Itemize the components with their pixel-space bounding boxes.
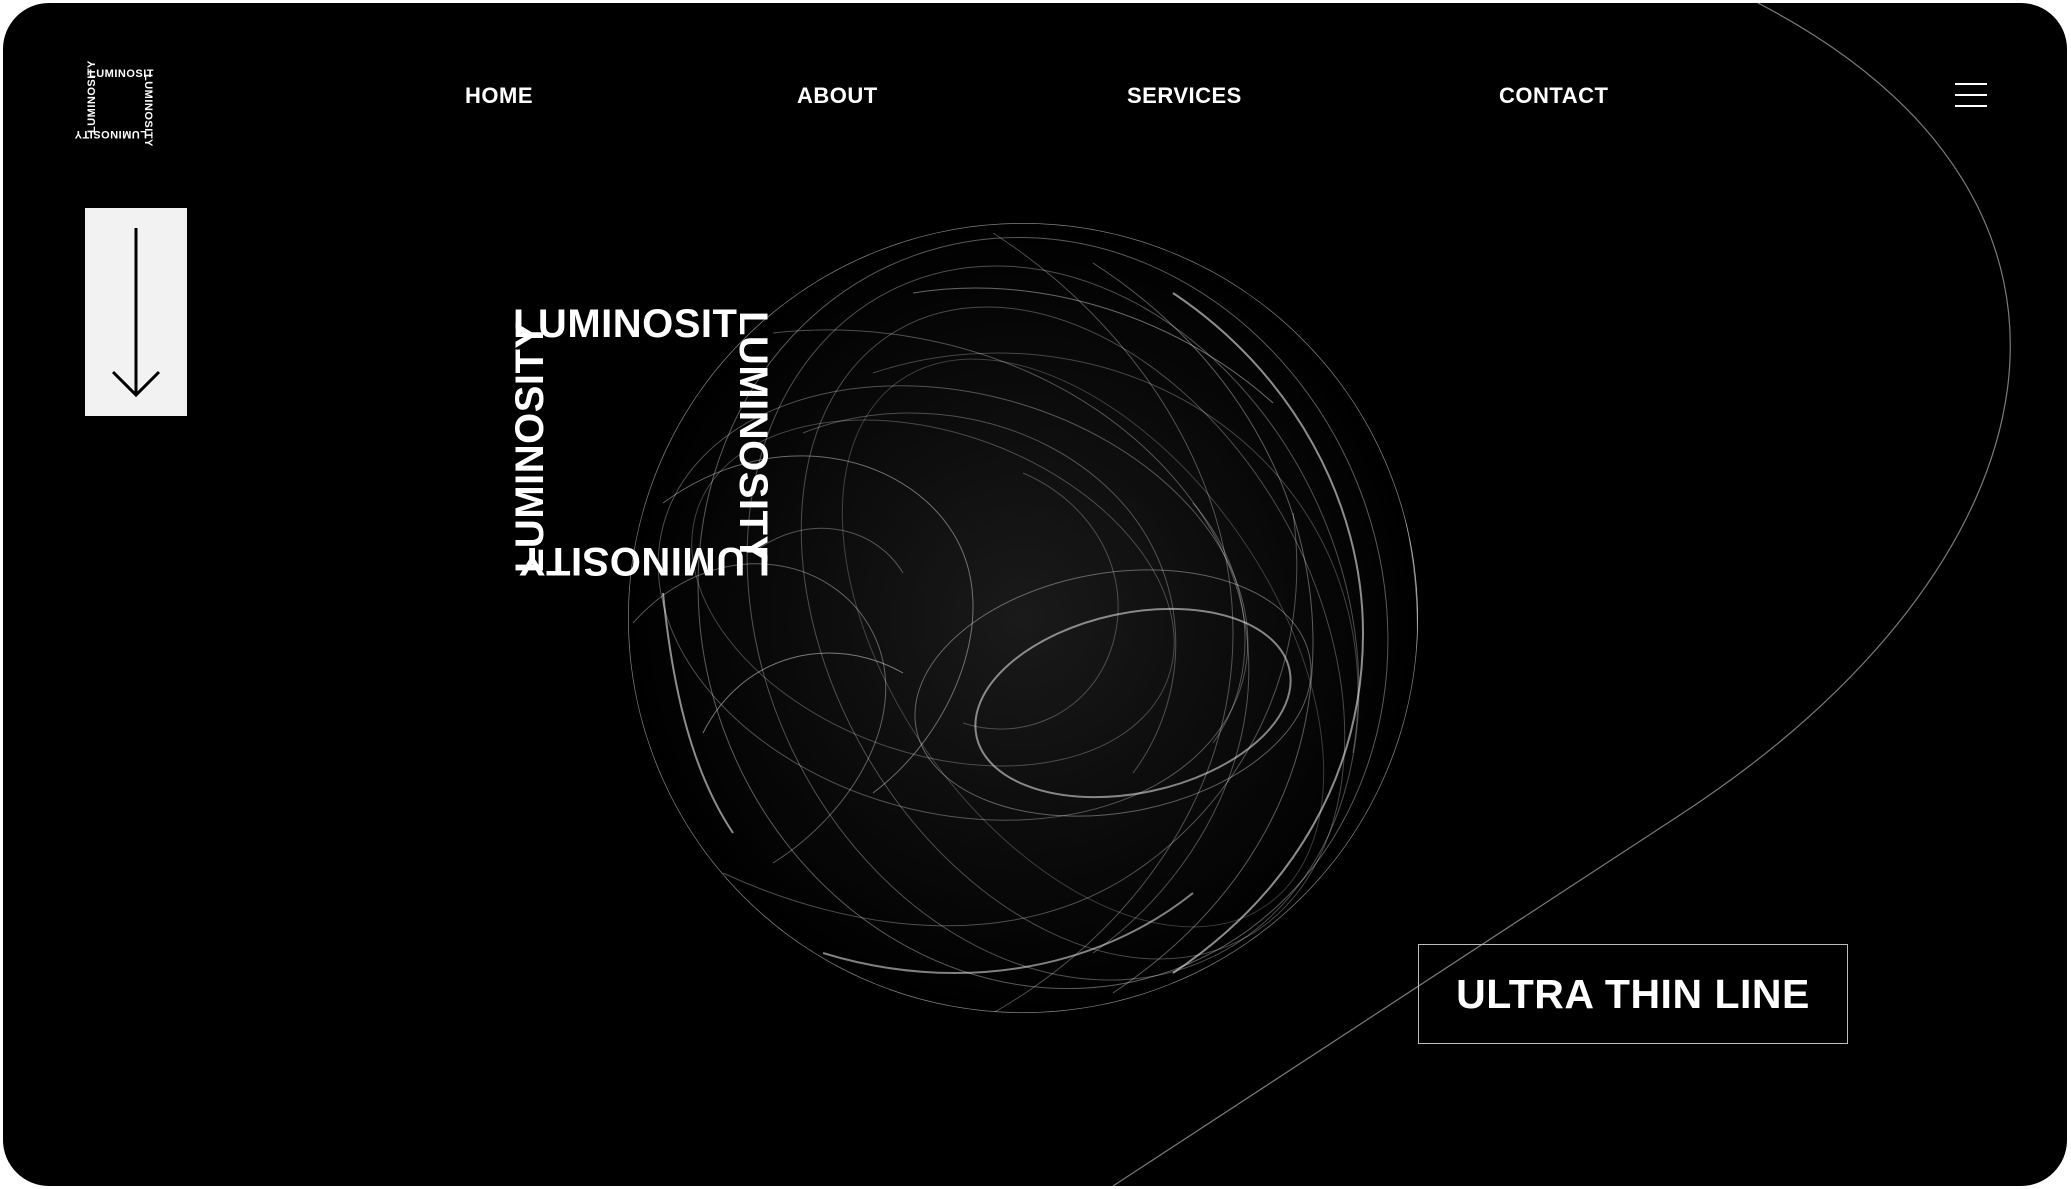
logo-text-left: LUMINOSITY (86, 60, 98, 133)
page-frame: LUMINOSIT LUMINOSITY LUMINOSITY LUMINOSI… (3, 3, 2067, 1186)
hero-logo: LUMINOSIT LUMINOSITY LUMINOSITY LUMINOSI… (508, 300, 778, 585)
nav-link-services[interactable]: SERVICES (1127, 83, 1242, 109)
hero-logo-text-bottom: LUMINOSITY (518, 539, 770, 583)
brand-logo[interactable]: LUMINOSIT LUMINOSITY LUMINOSITY LUMINOSI… (74, 60, 165, 147)
ultra-thin-line-label: ULTRA THIN LINE (1456, 970, 1810, 1017)
hamburger-menu-icon[interactable] (1955, 83, 1989, 109)
hero-logo-text-left: LUMINOSITY (508, 321, 552, 573)
arrow-down-icon (111, 228, 161, 398)
scroll-down-button[interactable] (85, 208, 187, 416)
hero-logo-text-right: LUMINOSITY (731, 311, 775, 563)
nav-link-home[interactable]: HOME (465, 83, 533, 109)
nav-link-about[interactable]: ABOUT (797, 83, 878, 109)
nav-link-contact[interactable]: CONTACT (1499, 83, 1608, 109)
ultra-thin-line-button[interactable]: ULTRA THIN LINE (1418, 944, 1848, 1044)
